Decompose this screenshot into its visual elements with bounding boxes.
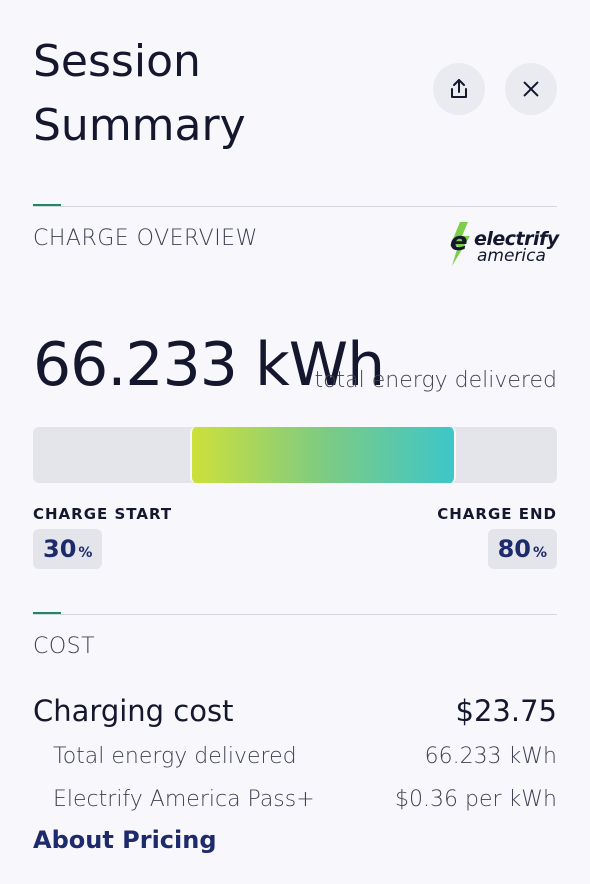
about-pricing-link[interactable]: About Pricing	[33, 826, 217, 854]
close-button[interactable]	[505, 63, 557, 115]
section-divider-accent	[33, 612, 61, 614]
charge-start-unit: %	[78, 545, 93, 561]
page-title-line-1: Session	[33, 36, 201, 87]
cost-detail-label: Total energy delivered	[53, 744, 297, 769]
charge-end-value: 80	[497, 535, 531, 563]
cost-heading: COST	[33, 634, 96, 659]
share-icon	[451, 79, 467, 98]
charge-progress-bar	[33, 427, 557, 483]
section-divider	[33, 614, 557, 615]
cost-detail-label: Electrify America Pass+	[53, 787, 315, 812]
charging-cost-label: Charging cost	[33, 694, 234, 728]
energy-delivered-caption: total energy delivered	[314, 368, 557, 393]
cost-detail-row: Total energy delivered 66.233 kWh	[53, 744, 557, 769]
charge-end-label: CHARGE END	[437, 505, 557, 523]
electrify-america-logo: e electrify america	[446, 220, 559, 268]
charge-end-badge: 80 %	[487, 529, 557, 569]
charge-end-unit: %	[532, 545, 547, 561]
svg-text:e: e	[450, 227, 468, 257]
charge-progress-fill	[190, 427, 457, 483]
charge-start-value: 30	[43, 535, 77, 563]
cost-detail-value: 66.233 kWh	[424, 744, 557, 769]
charging-cost-row: Charging cost $23.75	[33, 694, 557, 728]
section-divider	[33, 206, 557, 207]
logo-text-america: america	[477, 246, 546, 266]
cost-detail-value: $0.36 per kWh	[395, 787, 557, 812]
section-divider-accent	[33, 204, 61, 206]
charging-cost-value: $23.75	[455, 694, 557, 728]
charge-overview-heading: CHARGE OVERVIEW	[33, 226, 258, 251]
charge-start-label: CHARGE START	[33, 505, 173, 523]
page-title-line-2: Summary	[33, 100, 246, 151]
cost-detail-row: Electrify America Pass+ $0.36 per kWh	[53, 787, 557, 812]
page-title: Session Summary	[33, 30, 393, 158]
charge-start-badge: 30 %	[33, 529, 103, 569]
share-button[interactable]	[433, 63, 485, 115]
close-icon	[523, 81, 539, 97]
